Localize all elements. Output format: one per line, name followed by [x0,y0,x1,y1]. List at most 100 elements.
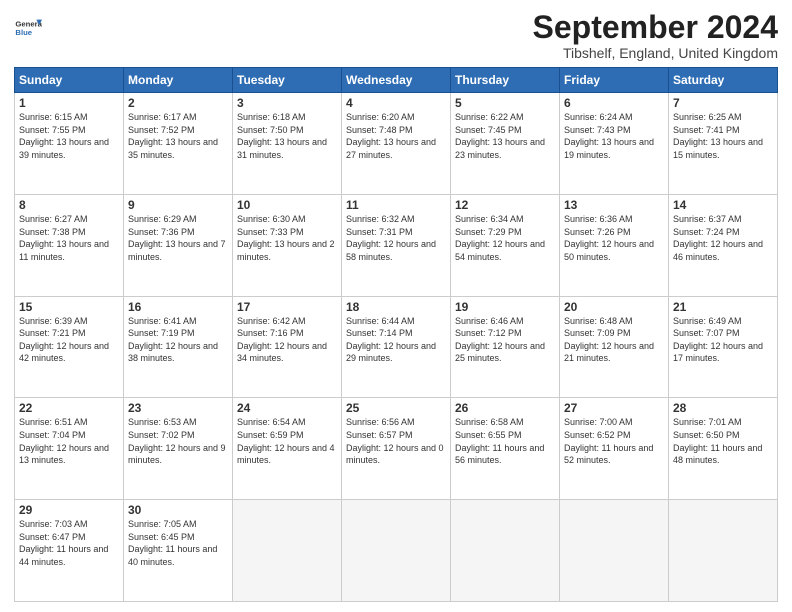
table-cell: 18 Sunrise: 6:44 AMSunset: 7:14 PMDayligh… [342,296,451,398]
table-cell [669,500,778,602]
table-cell: 7 Sunrise: 6:25 AMSunset: 7:41 PMDaylight… [669,93,778,195]
day-number: 17 [237,300,337,314]
table-cell: 24 Sunrise: 6:54 AMSunset: 6:59 PMDayligh… [233,398,342,500]
col-friday: Friday [560,68,669,93]
table-cell [451,500,560,602]
table-cell: 16 Sunrise: 6:41 AMSunset: 7:19 PMDayligh… [124,296,233,398]
table-cell: 3 Sunrise: 6:18 AMSunset: 7:50 PMDaylight… [233,93,342,195]
title-block: September 2024 Tibshelf, England, United… [533,10,778,61]
table-cell: 14 Sunrise: 6:37 AMSunset: 7:24 PMDayligh… [669,194,778,296]
day-info: Sunrise: 6:54 AMSunset: 6:59 PMDaylight:… [237,417,335,465]
day-number: 21 [673,300,773,314]
day-info: Sunrise: 6:34 AMSunset: 7:29 PMDaylight:… [455,214,545,262]
day-number: 9 [128,198,228,212]
logo-icon: General Blue [14,14,42,42]
day-number: 29 [19,503,119,517]
day-info: Sunrise: 6:25 AMSunset: 7:41 PMDaylight:… [673,112,763,160]
day-info: Sunrise: 7:00 AMSunset: 6:52 PMDaylight:… [564,417,653,465]
day-number: 12 [455,198,555,212]
day-number: 22 [19,401,119,415]
day-info: Sunrise: 6:49 AMSunset: 7:07 PMDaylight:… [673,316,763,364]
day-info: Sunrise: 6:36 AMSunset: 7:26 PMDaylight:… [564,214,654,262]
table-cell: 12 Sunrise: 6:34 AMSunset: 7:29 PMDayligh… [451,194,560,296]
day-info: Sunrise: 6:46 AMSunset: 7:12 PMDaylight:… [455,316,545,364]
col-thursday: Thursday [451,68,560,93]
col-tuesday: Tuesday [233,68,342,93]
day-info: Sunrise: 6:15 AMSunset: 7:55 PMDaylight:… [19,112,109,160]
location: Tibshelf, England, United Kingdom [533,45,778,61]
day-info: Sunrise: 6:27 AMSunset: 7:38 PMDaylight:… [19,214,109,262]
day-number: 8 [19,198,119,212]
table-cell: 1 Sunrise: 6:15 AMSunset: 7:55 PMDaylight… [15,93,124,195]
table-cell: 6 Sunrise: 6:24 AMSunset: 7:43 PMDaylight… [560,93,669,195]
day-info: Sunrise: 6:41 AMSunset: 7:19 PMDaylight:… [128,316,218,364]
day-info: Sunrise: 7:05 AMSunset: 6:45 PMDaylight:… [128,519,217,567]
day-info: Sunrise: 6:48 AMSunset: 7:09 PMDaylight:… [564,316,654,364]
col-sunday: Sunday [15,68,124,93]
day-number: 10 [237,198,337,212]
day-number: 16 [128,300,228,314]
day-number: 15 [19,300,119,314]
day-info: Sunrise: 6:20 AMSunset: 7:48 PMDaylight:… [346,112,436,160]
day-info: Sunrise: 6:58 AMSunset: 6:55 PMDaylight:… [455,417,544,465]
week-row-2: 8 Sunrise: 6:27 AMSunset: 7:38 PMDaylight… [15,194,778,296]
day-info: Sunrise: 6:44 AMSunset: 7:14 PMDaylight:… [346,316,436,364]
day-number: 25 [346,401,446,415]
table-cell [233,500,342,602]
day-number: 24 [237,401,337,415]
day-number: 20 [564,300,664,314]
col-wednesday: Wednesday [342,68,451,93]
col-saturday: Saturday [669,68,778,93]
day-info: Sunrise: 6:24 AMSunset: 7:43 PMDaylight:… [564,112,654,160]
day-info: Sunrise: 6:39 AMSunset: 7:21 PMDaylight:… [19,316,109,364]
day-info: Sunrise: 7:01 AMSunset: 6:50 PMDaylight:… [673,417,762,465]
day-info: Sunrise: 6:56 AMSunset: 6:57 PMDaylight:… [346,417,444,465]
table-cell: 21 Sunrise: 6:49 AMSunset: 7:07 PMDayligh… [669,296,778,398]
day-info: Sunrise: 7:03 AMSunset: 6:47 PMDaylight:… [19,519,108,567]
day-info: Sunrise: 6:42 AMSunset: 7:16 PMDaylight:… [237,316,327,364]
table-cell [560,500,669,602]
table-cell: 9 Sunrise: 6:29 AMSunset: 7:36 PMDaylight… [124,194,233,296]
day-info: Sunrise: 6:18 AMSunset: 7:50 PMDaylight:… [237,112,327,160]
day-number: 5 [455,96,555,110]
day-number: 14 [673,198,773,212]
table-cell: 13 Sunrise: 6:36 AMSunset: 7:26 PMDayligh… [560,194,669,296]
day-number: 27 [564,401,664,415]
svg-text:Blue: Blue [15,28,32,37]
day-number: 3 [237,96,337,110]
table-cell: 2 Sunrise: 6:17 AMSunset: 7:52 PMDaylight… [124,93,233,195]
table-cell: 22Sunrise: 6:51 AMSunset: 7:04 PMDayligh… [15,398,124,500]
table-cell: 20 Sunrise: 6:48 AMSunset: 7:09 PMDayligh… [560,296,669,398]
day-number: 30 [128,503,228,517]
calendar: Sunday Monday Tuesday Wednesday Thursday… [14,67,778,602]
weekday-header-row: Sunday Monday Tuesday Wednesday Thursday… [15,68,778,93]
table-cell: 17 Sunrise: 6:42 AMSunset: 7:16 PMDayligh… [233,296,342,398]
col-monday: Monday [124,68,233,93]
month-title: September 2024 [533,10,778,45]
table-cell: 25 Sunrise: 6:56 AMSunset: 6:57 PMDayligh… [342,398,451,500]
table-cell: 5Sunrise: 6:22 AMSunset: 7:45 PMDaylight… [451,93,560,195]
table-cell: 23 Sunrise: 6:53 AMSunset: 7:02 PMDayligh… [124,398,233,500]
day-number: 4 [346,96,446,110]
table-cell: 29 Sunrise: 7:03 AMSunset: 6:47 PMDayligh… [15,500,124,602]
day-number: 11 [346,198,446,212]
week-row-1: 1 Sunrise: 6:15 AMSunset: 7:55 PMDaylight… [15,93,778,195]
day-number: 28 [673,401,773,415]
day-info: Sunrise: 6:53 AMSunset: 7:02 PMDaylight:… [128,417,226,465]
day-number: 7 [673,96,773,110]
day-number: 1 [19,96,119,110]
day-info: Sunrise: 6:32 AMSunset: 7:31 PMDaylight:… [346,214,436,262]
week-row-4: 22Sunrise: 6:51 AMSunset: 7:04 PMDayligh… [15,398,778,500]
day-number: 23 [128,401,228,415]
table-cell: 28 Sunrise: 7:01 AMSunset: 6:50 PMDayligh… [669,398,778,500]
day-number: 18 [346,300,446,314]
day-info: Sunrise: 6:37 AMSunset: 7:24 PMDaylight:… [673,214,763,262]
table-cell: 30 Sunrise: 7:05 AMSunset: 6:45 PMDayligh… [124,500,233,602]
table-cell: 8 Sunrise: 6:27 AMSunset: 7:38 PMDaylight… [15,194,124,296]
table-cell: 11 Sunrise: 6:32 AMSunset: 7:31 PMDayligh… [342,194,451,296]
day-info: Sunrise: 6:17 AMSunset: 7:52 PMDaylight:… [128,112,218,160]
day-number: 2 [128,96,228,110]
day-info: Sunrise: 6:29 AMSunset: 7:36 PMDaylight:… [128,214,226,262]
day-number: 6 [564,96,664,110]
day-number: 13 [564,198,664,212]
